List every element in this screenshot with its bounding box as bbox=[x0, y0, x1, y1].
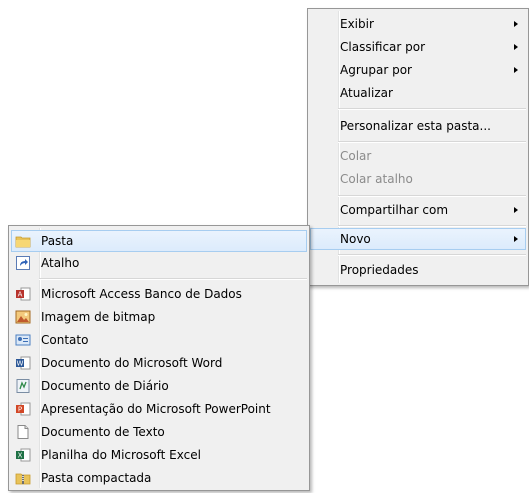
journal-document-icon bbox=[15, 378, 31, 394]
submenu-item-diario[interactable]: Documento de Diário bbox=[11, 375, 307, 397]
bitmap-image-icon bbox=[15, 309, 31, 325]
submenu-arrow-icon bbox=[514, 44, 518, 50]
submenu-arrow-icon bbox=[514, 207, 518, 213]
menu-item-agrupar-por[interactable]: Agrupar por bbox=[310, 59, 526, 81]
submenu-item-pasta-compactada[interactable]: Pasta compactada bbox=[11, 467, 307, 489]
submenu-item-word[interactable]: W Documento do Microsoft Word bbox=[11, 352, 307, 374]
menu-item-label: Propriedades bbox=[340, 263, 419, 277]
access-database-icon: A bbox=[15, 286, 31, 302]
submenu-item-atalho[interactable]: Atalho bbox=[11, 252, 307, 274]
menu-separator bbox=[338, 141, 526, 143]
submenu-item-powerpoint[interactable]: P Apresentação do Microsoft PowerPoint bbox=[11, 398, 307, 420]
menu-item-label: Contato bbox=[41, 333, 89, 347]
menu-item-compartilhar-com[interactable]: Compartilhar com bbox=[310, 199, 526, 221]
submenu-item-excel[interactable]: X Planilha do Microsoft Excel bbox=[11, 444, 307, 466]
menu-item-label: Atualizar bbox=[340, 86, 393, 100]
svg-text:A: A bbox=[18, 291, 23, 299]
menu-item-label: Planilha do Microsoft Excel bbox=[41, 448, 201, 462]
svg-text:W: W bbox=[17, 360, 24, 368]
menu-item-label: Imagem de bitmap bbox=[41, 310, 156, 324]
menu-separator bbox=[338, 254, 526, 256]
submenu-item-contato[interactable]: Contato bbox=[11, 329, 307, 351]
shortcut-icon bbox=[15, 255, 31, 271]
menu-separator bbox=[39, 278, 307, 280]
menu-item-label: Compartilhar com bbox=[340, 203, 449, 217]
submenu-item-bitmap[interactable]: Imagem de bitmap bbox=[11, 306, 307, 328]
menu-item-label: Documento do Microsoft Word bbox=[41, 356, 223, 370]
svg-text:P: P bbox=[18, 406, 22, 414]
menu-item-atualizar[interactable]: Atualizar bbox=[310, 82, 526, 104]
menu-item-label: Agrupar por bbox=[340, 63, 412, 77]
new-submenu: Pasta Atalho A Microsoft Access Banco de… bbox=[8, 225, 310, 491]
submenu-arrow-icon bbox=[514, 236, 518, 242]
excel-spreadsheet-icon: X bbox=[15, 447, 31, 463]
powerpoint-presentation-icon: P bbox=[15, 401, 31, 417]
menu-item-novo[interactable]: Novo bbox=[310, 228, 526, 250]
submenu-item-texto[interactable]: Documento de Texto bbox=[11, 421, 307, 443]
menu-item-exibir[interactable]: Exibir bbox=[310, 13, 526, 35]
submenu-arrow-icon bbox=[514, 21, 518, 27]
menu-item-label: Documento de Diário bbox=[41, 379, 169, 393]
compressed-folder-icon bbox=[15, 470, 31, 486]
submenu-arrow-icon bbox=[514, 67, 518, 73]
menu-item-colar-atalho[interactable]: Colar atalho bbox=[310, 168, 526, 190]
contact-icon bbox=[15, 332, 31, 348]
menu-item-label: Apresentação do Microsoft PowerPoint bbox=[41, 402, 271, 416]
menu-item-propriedades[interactable]: Propriedades bbox=[310, 259, 526, 281]
menu-separator bbox=[338, 195, 526, 197]
menu-item-label: Colar bbox=[340, 149, 372, 163]
menu-item-personalizar-pasta[interactable]: Personalizar esta pasta... bbox=[310, 115, 526, 137]
menu-item-label: Microsoft Access Banco de Dados bbox=[41, 287, 242, 301]
menu-separator bbox=[338, 108, 526, 110]
menu-item-label: Classificar por bbox=[340, 40, 426, 54]
submenu-item-pasta[interactable]: Pasta bbox=[11, 230, 307, 252]
menu-item-label: Documento de Texto bbox=[41, 425, 165, 439]
submenu-item-access[interactable]: A Microsoft Access Banco de Dados bbox=[11, 283, 307, 305]
menu-item-label: Pasta compactada bbox=[41, 471, 152, 485]
svg-text:X: X bbox=[18, 452, 23, 460]
folder-icon bbox=[15, 233, 31, 249]
menu-item-label: Personalizar esta pasta... bbox=[340, 119, 491, 133]
context-menu: Exibir Classificar por Agrupar por Atual… bbox=[307, 8, 529, 286]
menu-item-label: Novo bbox=[340, 232, 371, 246]
menu-separator bbox=[338, 225, 526, 227]
menu-item-label: Pasta bbox=[41, 234, 74, 248]
text-document-icon bbox=[15, 424, 31, 440]
menu-item-label: Atalho bbox=[41, 256, 80, 270]
menu-item-classificar-por[interactable]: Classificar por bbox=[310, 36, 526, 58]
menu-item-label: Colar atalho bbox=[340, 172, 413, 186]
menu-item-label: Exibir bbox=[340, 17, 374, 31]
word-document-icon: W bbox=[15, 355, 31, 371]
menu-item-colar[interactable]: Colar bbox=[310, 145, 526, 167]
